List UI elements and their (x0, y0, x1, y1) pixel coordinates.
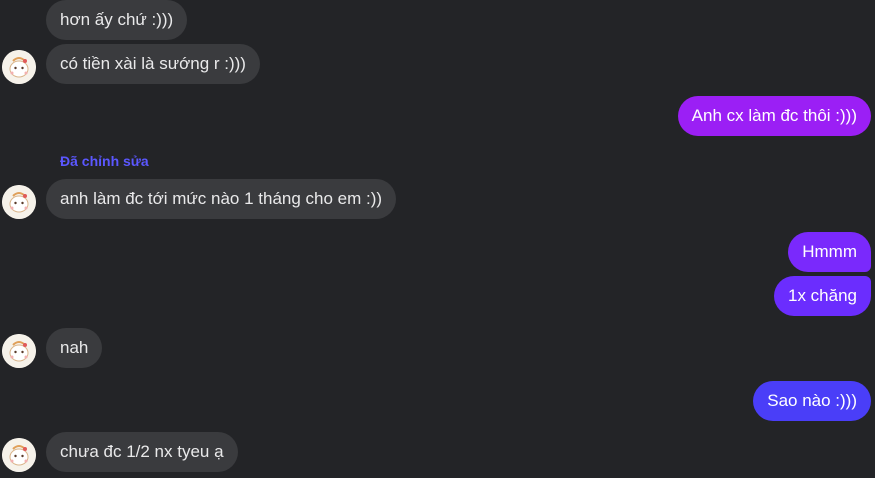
contact-avatar-icon[interactable] (2, 334, 36, 368)
contact-avatar-icon[interactable] (2, 50, 36, 84)
message-received[interactable]: chưa đc 1/2 nx tyeu ạ (46, 432, 238, 472)
edited-label: Đã chỉnh sửa (60, 153, 149, 169)
contact-avatar-icon[interactable] (2, 438, 36, 472)
message-received[interactable]: anh làm đc tới mức nào 1 tháng cho em :)… (46, 179, 397, 219)
message-sent[interactable]: 1x chăng (774, 276, 871, 316)
message-received[interactable]: có tiền xài là sướng r :))) (46, 44, 260, 84)
contact-avatar-icon[interactable] (2, 185, 36, 219)
message-sent[interactable]: Anh cx làm đc thôi :))) (677, 96, 871, 136)
message-sent[interactable]: Sao nào :))) (753, 381, 871, 421)
message-received[interactable]: hơn ấy chứ :))) (46, 0, 188, 40)
chat-thread: hơn ấy chứ :))) có tiền xài là sướng r :… (0, 0, 875, 478)
message-received[interactable]: nah (46, 328, 103, 368)
message-sent[interactable]: Hmmm (788, 232, 871, 272)
